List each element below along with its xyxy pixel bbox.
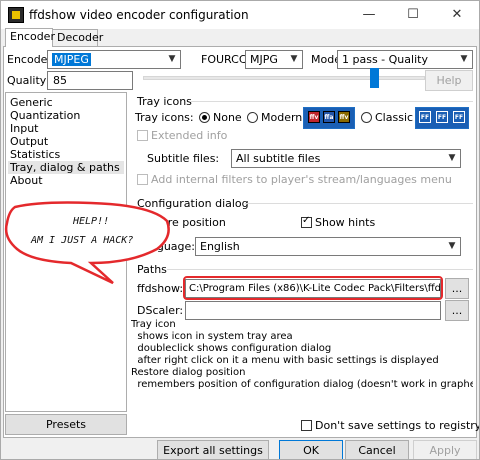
quality-input[interactable]: 85 bbox=[47, 71, 133, 90]
nav-item-quantization[interactable]: Quantization bbox=[10, 109, 80, 122]
encoder-value: MJPEG bbox=[52, 53, 91, 66]
hint-line: Restore dialog position bbox=[131, 367, 246, 378]
group-divider bbox=[191, 101, 473, 102]
bubble-line-1: HELP!! bbox=[73, 216, 110, 227]
group-divider bbox=[167, 269, 473, 270]
modern-tray-icons-preview: ffv ffa ffv bbox=[303, 107, 355, 129]
quality-label: Quality bbox=[7, 74, 47, 87]
ff-classic-icon: FF bbox=[436, 111, 448, 123]
hint-line: Tray icon bbox=[131, 319, 176, 330]
export-all-settings-button[interactable]: Export all settings bbox=[157, 440, 269, 459]
chevron-down-icon: ▼ bbox=[460, 54, 468, 64]
quality-slider[interactable] bbox=[143, 68, 425, 88]
hint-line: shows icon in system tray area bbox=[131, 331, 293, 342]
language-select[interactable]: English ▼ bbox=[195, 237, 461, 256]
ff-classic-icon: FF bbox=[453, 111, 465, 123]
nav-item-tray-dialog-paths[interactable]: Tray, dialog & paths bbox=[8, 161, 124, 174]
mode-select[interactable]: 1 pass - Quality ▼ bbox=[337, 50, 473, 69]
presets-button[interactable]: Presets bbox=[5, 414, 127, 435]
nav-item-statistics[interactable]: Statistics bbox=[10, 148, 60, 161]
dont-save-checkbox[interactable] bbox=[301, 420, 312, 431]
chevron-down-icon: ▼ bbox=[290, 54, 298, 64]
ok-button[interactable]: OK bbox=[279, 440, 343, 459]
fourcc-select[interactable]: MJPG ▼ bbox=[245, 50, 303, 69]
nav-item-output[interactable]: Output bbox=[10, 135, 48, 148]
tab-encoder[interactable]: Encoder bbox=[5, 28, 55, 47]
close-button[interactable]: ✕ bbox=[435, 1, 479, 29]
apply-button[interactable]: Apply bbox=[413, 440, 477, 459]
nav-item-input[interactable]: Input bbox=[10, 122, 38, 135]
mode-value: 1 pass - Quality bbox=[342, 53, 428, 66]
ffdshow-app-icon bbox=[8, 7, 24, 23]
group-divider bbox=[245, 203, 473, 204]
bubble-line-2: AM I JUST A HACK? bbox=[31, 235, 134, 246]
nav-item-about[interactable]: About bbox=[10, 174, 43, 187]
encoder-select[interactable]: MJPEG ▼ bbox=[47, 50, 181, 69]
nav-item-generic[interactable]: Generic bbox=[10, 96, 53, 109]
show-hints-checkbox[interactable] bbox=[301, 215, 312, 228]
hint-line: after right click on it a menu with basi… bbox=[131, 355, 439, 366]
subtitle-files-value: All subtitle files bbox=[236, 152, 321, 165]
radio-none-label: None bbox=[213, 111, 242, 124]
ffdshow-browse-button[interactable]: ... bbox=[445, 278, 469, 299]
hint-line: remembers position of configuration dial… bbox=[131, 379, 473, 390]
radio-classic[interactable] bbox=[361, 112, 372, 123]
extended-info-checkbox[interactable] bbox=[137, 130, 148, 141]
title-bar: ffdshow video encoder configuration — ☐ … bbox=[1, 1, 479, 29]
dscaler-browse-button[interactable]: ... bbox=[445, 300, 469, 321]
classic-tray-icons-preview: FF FF FF bbox=[415, 107, 469, 129]
subtitle-files-label: Subtitle files: bbox=[147, 152, 220, 165]
ffv-tray-icon: ffv bbox=[338, 111, 350, 123]
hint-line: doubleclick shows configuration dialog bbox=[131, 343, 332, 354]
tray-icons-label: Tray icons: bbox=[135, 111, 194, 124]
chevron-down-icon: ▼ bbox=[168, 54, 176, 64]
tray-icons-group-title: Tray icons bbox=[137, 95, 192, 108]
radio-modern-label: Modern bbox=[261, 111, 303, 124]
ffa-tray-icon: ffa bbox=[323, 111, 335, 123]
help-button[interactable]: Help bbox=[425, 70, 473, 91]
add-filters-checkbox[interactable] bbox=[137, 174, 148, 185]
language-value: English bbox=[200, 240, 240, 253]
dont-save-label: Don't save settings to registry bbox=[315, 419, 480, 432]
ffdshow-config-window: ffdshow video encoder configuration — ☐ … bbox=[0, 0, 480, 460]
quality-slider-thumb[interactable] bbox=[370, 68, 379, 88]
minimize-button[interactable]: — bbox=[347, 1, 391, 29]
maximize-button[interactable]: ☐ bbox=[391, 1, 435, 29]
show-hints-label: Show hints bbox=[315, 216, 376, 229]
subtitle-files-select[interactable]: All subtitle files ▼ bbox=[231, 149, 461, 168]
dscaler-path-label: DScaler: bbox=[137, 304, 184, 317]
cancel-button[interactable]: Cancel bbox=[345, 440, 409, 459]
radio-none[interactable] bbox=[199, 112, 210, 123]
chevron-down-icon: ▼ bbox=[448, 241, 456, 251]
chevron-down-icon: ▼ bbox=[448, 153, 456, 163]
radio-modern[interactable] bbox=[247, 112, 258, 123]
extended-info-label: Extended info bbox=[151, 129, 228, 142]
ff-classic-icon: FF bbox=[419, 111, 431, 123]
annotation-highlight bbox=[183, 276, 443, 300]
fourcc-label: FOURCC: bbox=[201, 53, 251, 66]
hint-description: Tray icon shows icon in system tray area… bbox=[131, 319, 473, 406]
ffv-tray-icon: ffv bbox=[308, 111, 320, 123]
tab-decoder[interactable]: Decoder bbox=[52, 29, 103, 46]
add-filters-label: Add internal filters to player's stream/… bbox=[151, 173, 452, 186]
radio-classic-label: Classic bbox=[375, 111, 414, 124]
window-title: ffdshow video encoder configuration bbox=[29, 8, 249, 22]
dscaler-path-input[interactable] bbox=[185, 301, 441, 320]
fourcc-value: MJPG bbox=[250, 53, 278, 66]
